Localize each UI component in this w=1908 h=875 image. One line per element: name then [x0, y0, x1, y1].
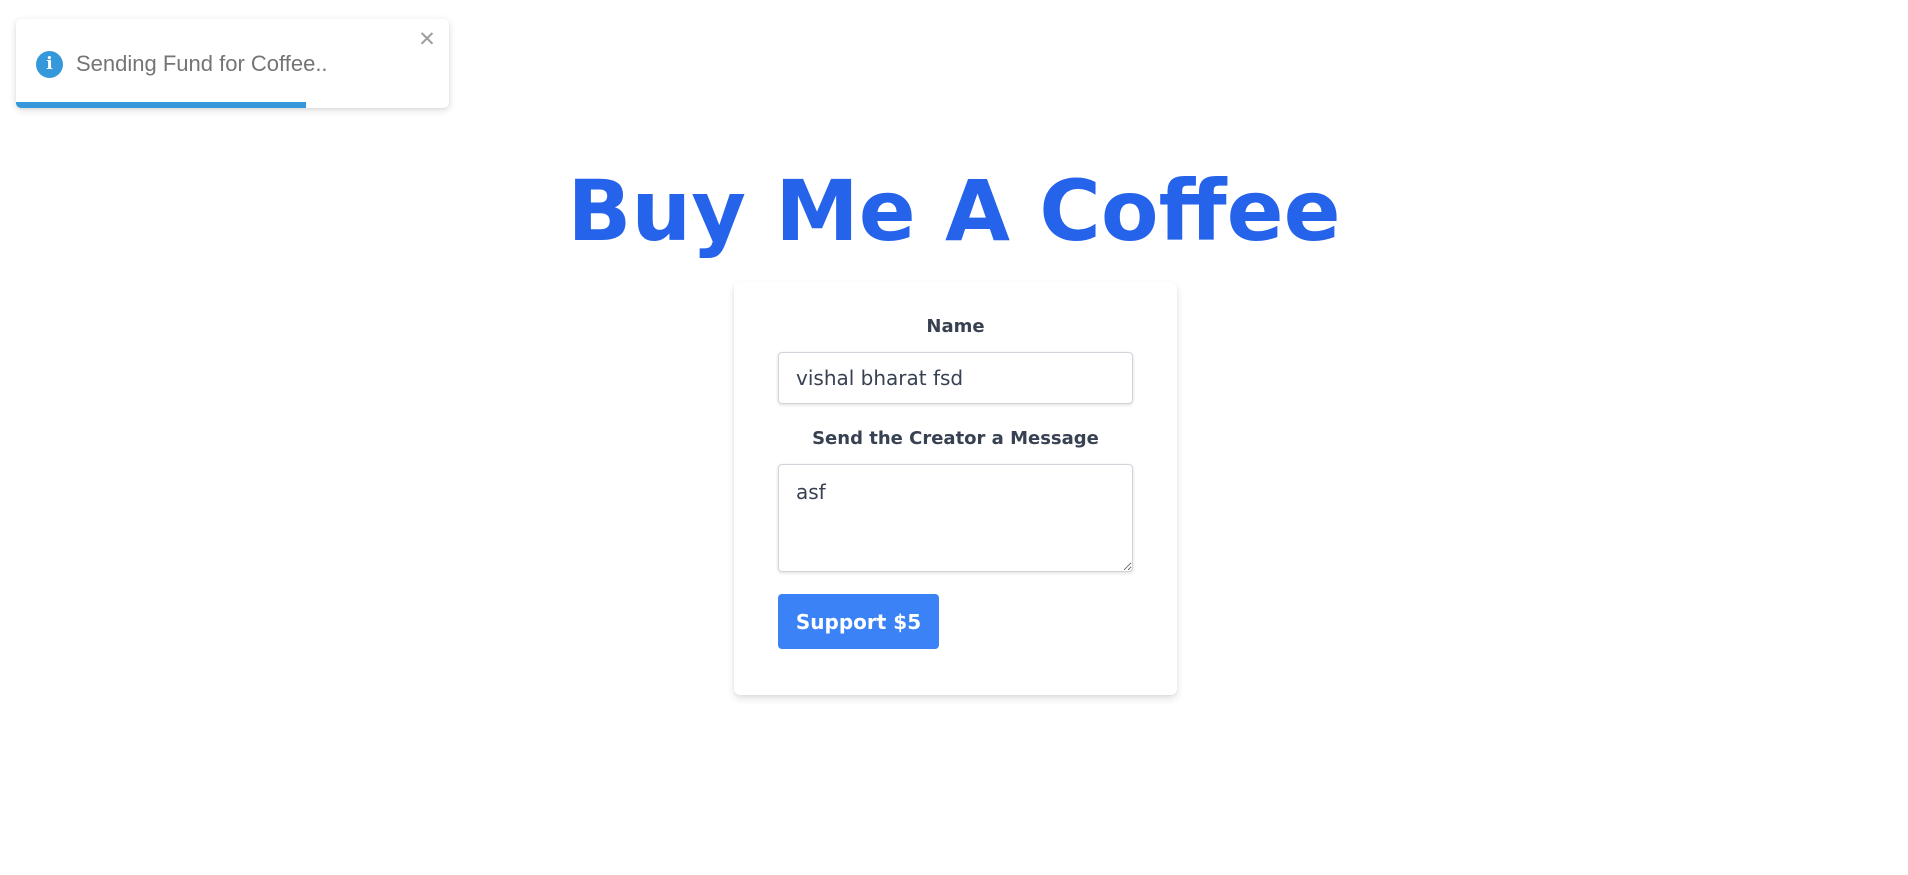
name-input[interactable] — [778, 352, 1133, 404]
close-icon[interactable]: ✕ — [416, 28, 438, 50]
support-button[interactable]: Support $5 — [778, 594, 939, 649]
info-icon: i — [36, 51, 63, 78]
name-label: Name — [926, 316, 985, 337]
support-form-card: Name Send the Creator a Message Support … — [734, 282, 1177, 695]
toast-message: Sending Fund for Coffee.. — [76, 51, 328, 76]
message-textarea[interactable] — [778, 464, 1133, 572]
message-label: Send the Creator a Message — [812, 428, 1099, 449]
notification-toast: i Sending Fund for Coffee.. ✕ — [16, 19, 449, 108]
page-title: Buy Me A Coffee — [567, 162, 1341, 260]
toast-progress-bar — [16, 102, 307, 108]
